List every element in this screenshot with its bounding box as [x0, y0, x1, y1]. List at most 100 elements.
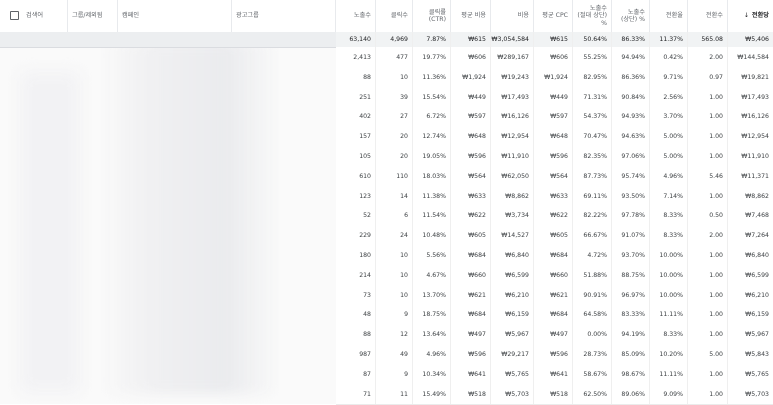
table-row[interactable]: 157 20 12.74% ₩648 ₩12,954 ₩648 70.47% 94.63% 5.…: [336, 126, 773, 147]
cell-conversions: 2.00: [688, 47, 728, 67]
cell-avg-cost: ₩605: [451, 225, 491, 245]
cell-ctr: 6.72%: [413, 106, 451, 126]
col-header-keyword[interactable]: 검색어: [22, 0, 68, 32]
table-row[interactable]: 987 49 4.96% ₩596 ₩29,217 ₩596 28.73% 85.09% 10.…: [336, 344, 773, 365]
cell-impr-top-abs: 90.91%: [573, 285, 612, 305]
select-all-checkbox[interactable]: [10, 11, 19, 20]
cell-impr-top-abs: 69.11%: [573, 186, 612, 206]
col-header-campaign-label: 캠페인: [122, 12, 140, 20]
cell-conv-rate: 11.11%: [650, 364, 688, 384]
col-header-impressions[interactable]: 노출수: [336, 0, 376, 32]
col-header-conv-rate[interactable]: 전환율: [650, 0, 688, 32]
table-row[interactable]: 214 10 4.67% ₩660 ₩6,599 ₩660 51.88% 88.75% 10.0…: [336, 265, 773, 286]
col-header-adgroup-status[interactable]: 그룹/제외됨: [68, 0, 118, 32]
cell-clicks: 6: [376, 205, 413, 225]
redacted-area: [100, 42, 280, 394]
col-header-ctr[interactable]: 클릭률 (CTR): [413, 0, 451, 32]
cell-cost: ₩14,527: [491, 225, 534, 245]
cell-impr-top-abs: 51.88%: [573, 265, 612, 285]
cell-avg-cost: ₩1,924: [451, 67, 491, 87]
cell-conversions: 1.00: [688, 87, 728, 107]
cell-impr-top-abs: 28.73%: [573, 344, 612, 364]
cell-impressions: 88: [336, 67, 376, 87]
cell-avg-cpc: ₩497: [534, 324, 573, 344]
cell-impr-top-abs: 4.72%: [573, 245, 612, 265]
cell-impressions: 157: [336, 126, 376, 146]
table-row[interactable]: 402 27 6.72% ₩597 ₩16,126 ₩597 54.37% 94.93% 3.7…: [336, 106, 773, 127]
col-header-avg-cpc-label: 평균 CPC: [542, 12, 568, 20]
cell-conv-rate: 5.00%: [650, 126, 688, 146]
col-header-clicks[interactable]: 클릭수: [376, 0, 413, 32]
col-header-avg-cost[interactable]: 평균 비용: [451, 0, 491, 32]
cell-impr-top: 89.06%: [612, 384, 650, 404]
cell-conv-rate: 10.00%: [650, 245, 688, 265]
cell-clicks: 10: [376, 67, 413, 87]
totals-row[interactable]: 63,140 4,969 7.87% ₩615 ₩3,054,584 ₩615 50.64%…: [336, 32, 773, 48]
table-row[interactable]: 251 39 15.54% ₩449 ₩17,493 ₩449 71.31% 90.84% 2.…: [336, 87, 773, 108]
cell-impr-top: 94.63%: [612, 126, 650, 146]
cell-impr-top-abs: 62.50%: [573, 384, 612, 404]
table-row[interactable]: 229 24 10.48% ₩605 ₩14,527 ₩605 66.67% 91.07% 8.…: [336, 225, 773, 246]
cell-impr-top: 94.94%: [612, 47, 650, 67]
table-row[interactable]: 73 10 13.70% ₩621 ₩6,210 ₩621 90.91% 96.97% 10.0…: [336, 285, 773, 306]
table-row[interactable]: 87 9 10.34% ₩641 ₩5,765 ₩641 58.67% 98.67% 11.11…: [336, 364, 773, 385]
col-header-avg-cpc[interactable]: 평균 CPC: [534, 0, 573, 32]
table-row[interactable]: 52 6 11.54% ₩622 ₩3,734 ₩622 82.22% 97.78% 8.33%…: [336, 205, 773, 226]
cell-impr-top-abs: 71.31%: [573, 87, 612, 107]
cell-clicks: 39: [376, 87, 413, 107]
col-header-campaign[interactable]: 캠페인: [118, 0, 232, 32]
cell-ctr: 15.54%: [413, 87, 451, 107]
col-header-impr-top-abs[interactable]: 노출수 (절대 상단) %: [573, 0, 612, 32]
cell-conv-rate: 9.71%: [650, 67, 688, 87]
col-header-adgroup-status-label: 그룹/제외됨: [72, 12, 103, 20]
cell-avg-cpc: ₩633: [534, 186, 573, 206]
cell-ctr: 13.70%: [413, 285, 451, 305]
cell-conv-rate: 10.20%: [650, 344, 688, 364]
cell-conversions: 0.50: [688, 205, 728, 225]
cell-conversions: 1.00: [688, 265, 728, 285]
cell-impr-top-abs: 82.35%: [573, 146, 612, 166]
cell-impr-top: 98.67%: [612, 364, 650, 384]
cell-cost-per-conv: ₩144,584: [737, 53, 769, 61]
cell-impr-top: 94.93%: [612, 106, 650, 126]
cell-ctr: 18.03%: [413, 166, 451, 186]
col-header-cost[interactable]: 비용: [491, 0, 534, 32]
table-row[interactable]: 71 11 15.49% ₩518 ₩5,703 ₩518 62.50% 89.06% 9.09…: [336, 384, 773, 405]
table-row[interactable]: 610 110 18.03% ₩564 ₩62,050 ₩564 87.73% 95.74% 4…: [336, 166, 773, 187]
table-row[interactable]: 180 10 5.56% ₩684 ₩6,840 ₩684 4.72% 93.70% 10.00…: [336, 245, 773, 266]
table-row[interactable]: 105 20 19.05% ₩596 ₩11,910 ₩596 82.35% 97.06% 5.…: [336, 146, 773, 167]
col-header-conversions[interactable]: 전환수: [688, 0, 728, 32]
cell-impr-top: 88.75%: [612, 265, 650, 285]
cell-ctr: 18.75%: [413, 304, 451, 324]
cell-impressions: 610: [336, 166, 376, 186]
cell-avg-cpc: ₩564: [534, 166, 573, 186]
cell-clicks: 477: [376, 47, 413, 67]
cell-cost: ₩17,493: [491, 87, 534, 107]
table-row[interactable]: 48 9 18.75% ₩684 ₩6,159 ₩684 64.58% 83.33% 11.11…: [336, 304, 773, 325]
cell-clicks: 20: [376, 126, 413, 146]
cell-cost-per-conv: ₩11,910: [741, 152, 769, 160]
col-header-impr-top[interactable]: 노출수 (상단) %: [612, 0, 650, 32]
cell-avg-cpc: ₩449: [534, 87, 573, 107]
cell-cost-per-conv: ₩19,821: [741, 73, 769, 81]
cell-impr-top: 95.74%: [612, 166, 650, 186]
cell-cost: ₩5,765: [491, 364, 534, 384]
cell-cost-per-conv: ₩5,703: [745, 390, 769, 398]
cell-impr-top: 90.84%: [612, 87, 650, 107]
table-row[interactable]: 88 10 11.36% ₩1,924 ₩19,243 ₩1,924 82.95% 86.36…: [336, 67, 773, 88]
table-row[interactable]: 123 14 11.38% ₩633 ₩8,862 ₩633 69.11% 93.50% 7.1…: [336, 186, 773, 207]
cell-impressions: 123: [336, 186, 376, 206]
cell-ctr: 4.67%: [413, 265, 451, 285]
cell-clicks: 9: [376, 304, 413, 324]
table-row[interactable]: 88 12 13.64% ₩497 ₩5,967 ₩497 0.00% 94.19% 8.33%…: [336, 324, 773, 345]
cell-cost-per-conv: ₩7,264: [745, 231, 769, 239]
cell-conversions: 1.00: [688, 106, 728, 126]
table-row[interactable]: 2,413 477 19.77% ₩606 ₩289,167 ₩606 55.25% 94.9…: [336, 47, 773, 68]
col-header-adgroup[interactable]: 광고그룹: [232, 0, 336, 32]
col-header-cost-per-conv[interactable]: ↓ 전환당: [728, 0, 773, 32]
cell-clicks: 27: [376, 106, 413, 126]
cell-avg-cost: ₩518: [451, 384, 491, 404]
cell-conversions: 1.00: [688, 384, 728, 404]
cell-impr-top-abs: 70.47%: [573, 126, 612, 146]
cell-impr-top-abs: 82.95%: [573, 67, 612, 87]
